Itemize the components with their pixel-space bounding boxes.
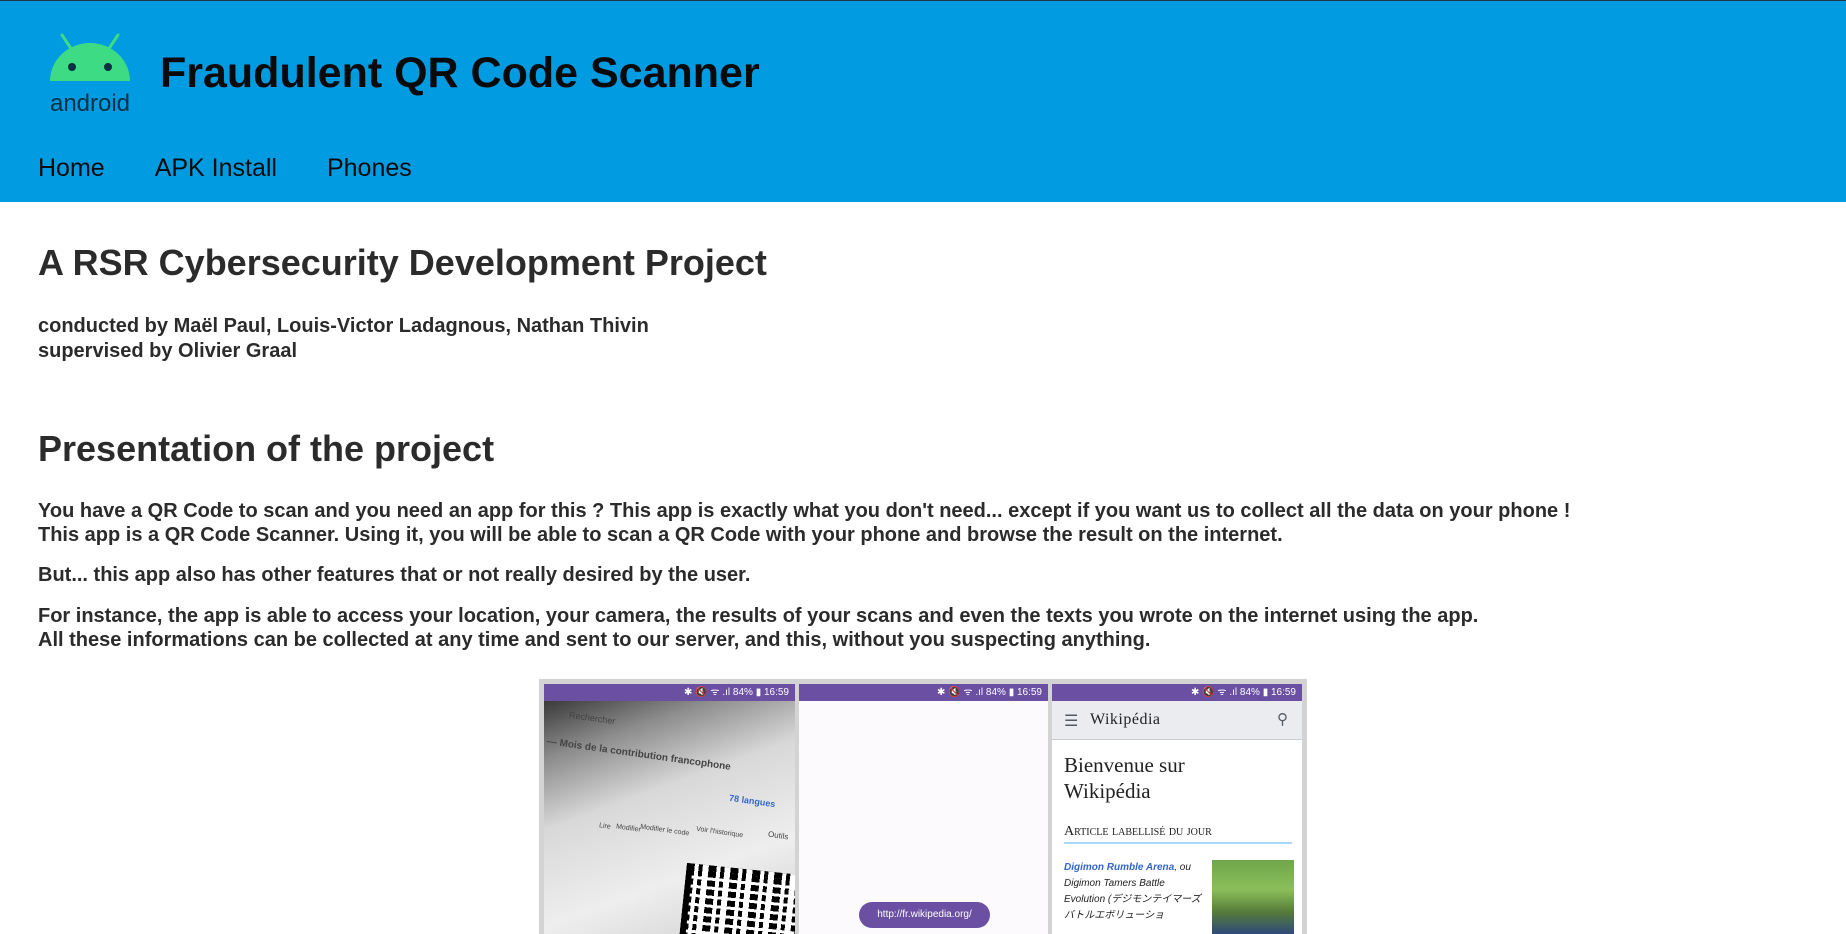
wikipedia-brand: Wikipédia <box>1090 711 1161 728</box>
hamburger-menu-icon: ☰ <box>1064 713 1079 730</box>
camera-text: Modifier le code <box>639 823 690 838</box>
app-screenshots: ✱ 🔇 ᯤ .ıl 84% ▮ 16:59 Rechercher — Mois … <box>539 679 1307 934</box>
status-bar: ✱ 🔇 ᯤ .ıl 84% ▮ 16:59 <box>1052 684 1302 701</box>
features-paragraph: But... this app also has other features … <box>38 564 751 586</box>
phone-screenshot-camera: ✱ 🔇 ᯤ .ıl 84% ▮ 16:59 Rechercher — Mois … <box>544 684 795 934</box>
status-bar: ✱ 🔇 ᯤ .ıl 84% ▮ 16:59 <box>544 684 795 701</box>
camera-text: Lire <box>598 822 612 831</box>
article-link: Digimon Rumble Arena <box>1064 862 1175 873</box>
conducted-by: conducted by Maël Paul, Louis-Victor Lad… <box>38 315 649 337</box>
camera-view: Rechercher — Mois de la contribution fra… <box>544 701 795 934</box>
status-bar: ✱ 🔇 ᯤ .ıl 84% ▮ 16:59 <box>799 684 1048 701</box>
welcome-line: Wikipédia <box>1064 779 1151 803</box>
camera-text: Modifier <box>615 823 642 834</box>
camera-text: — Mois de la contribution francophone <box>546 736 732 773</box>
android-logo-icon: android <box>50 33 130 116</box>
project-title: A RSR Cybersecurity Development Project <box>38 242 767 283</box>
site-header: android Fraudulent QR Code Scanner Home … <box>0 1 1846 202</box>
credits: conducted by Maël Paul, Louis-Victor Lad… <box>38 314 649 364</box>
instance-line-1: For instance, the app is able to access … <box>38 605 1479 627</box>
search-icon: ⚲ <box>1277 711 1288 728</box>
wikipedia-welcome: Bienvenue sur Wikipédia <box>1064 752 1185 804</box>
wikipedia-toolbar: ☰ Wikipédia ⚲ <box>1052 701 1302 740</box>
intro-paragraph: You have a QR Code to scan and you need … <box>38 499 1570 547</box>
camera-text: Rechercher <box>568 709 617 727</box>
scanned-url-pill: http://fr.wikipedia.org/ <box>859 902 990 928</box>
svg-text:android: android <box>50 90 130 116</box>
phone-screenshot-wikipedia: ✱ 🔇 ᯤ .ıl 84% ▮ 16:59 ☰ Wikipédia ⚲ Bien… <box>1052 684 1302 934</box>
nav-phones[interactable]: Phones <box>327 154 412 183</box>
welcome-line: Bienvenue sur <box>1064 753 1185 777</box>
phone-screenshot-scan-result: ✱ 🔇 ᯤ .ıl 84% ▮ 16:59 http://fr.wikipedi… <box>799 684 1048 934</box>
wikipedia-section-title: Article labellisé du jour <box>1064 824 1292 844</box>
camera-text: Outils <box>767 829 789 842</box>
intro-line-2: This app is a QR Code Scanner. Using it,… <box>38 524 1283 546</box>
instance-paragraph: For instance, the app is able to access … <box>38 604 1478 652</box>
intro-line-1: You have a QR Code to scan and you need … <box>38 500 1571 522</box>
nav-apk-install[interactable]: APK Install <box>155 154 277 183</box>
main-nav: Home APK Install Phones <box>38 154 412 183</box>
site-title: Fraudulent QR Code Scanner <box>160 49 760 97</box>
wikipedia-article-text: Digimon Rumble Arena, ou Digimon Tamers … <box>1064 860 1204 924</box>
camera-text: Voir l'historique <box>695 825 744 840</box>
instance-line-2: All these informations can be collected … <box>38 629 1151 651</box>
supervised-by: supervised by Olivier Graal <box>38 340 298 362</box>
nav-home[interactable]: Home <box>38 154 105 183</box>
article-photo <box>1212 860 1294 934</box>
qr-code-icon <box>677 862 795 934</box>
camera-text: 78 langues <box>728 792 777 810</box>
presentation-title: Presentation of the project <box>38 428 495 469</box>
